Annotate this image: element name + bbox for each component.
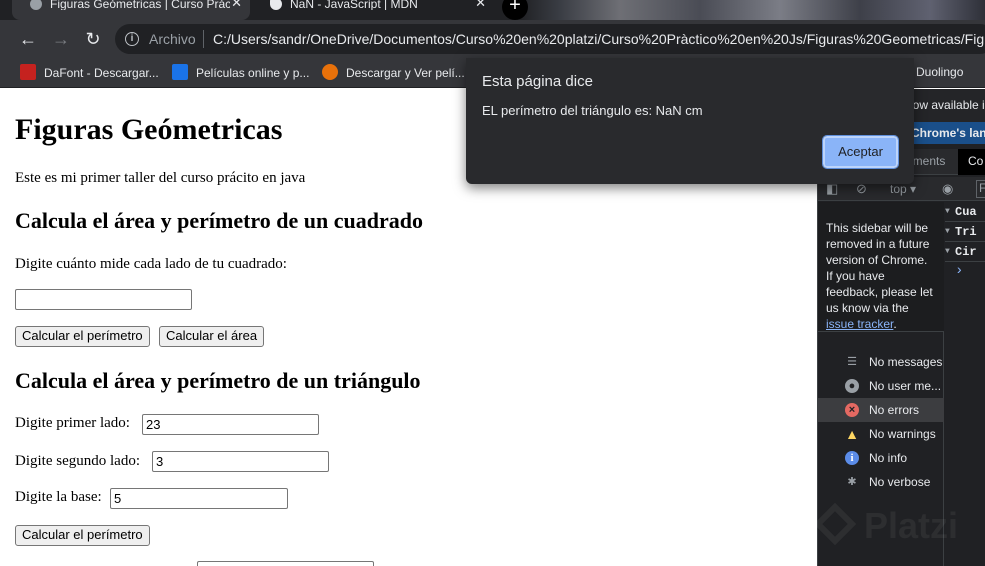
browser-toolbar: ← → ↻ i Archivo C:/Users/sandr/OneDrive/… [0, 20, 985, 58]
side2-input[interactable]: 3 [152, 451, 329, 472]
square-area-button[interactable]: Calcular el área [159, 326, 265, 347]
user-icon: ● [845, 379, 859, 393]
filter-label: No messages [869, 355, 943, 369]
back-arrow-icon[interactable]: ← [17, 28, 39, 50]
language-button[interactable]: Chrome's lang [908, 122, 985, 144]
tab-console[interactable]: Co [968, 154, 983, 168]
square-perimeter-button[interactable]: Calcular el perímetro [15, 326, 150, 347]
console-group[interactable]: Cir [945, 242, 985, 262]
console-prompt[interactable]: › [945, 262, 985, 280]
filter-messages[interactable]: ☰ No messages [818, 350, 944, 374]
tab-strip: Figuras Geómetricas | Curso Prác ✕ NaN -… [0, 0, 985, 20]
base-label: Digite la base: [15, 489, 102, 505]
dialog-title: Esta página dice [482, 73, 593, 90]
side2-label: Digite segundo lado: [15, 453, 140, 469]
message-filters: ☰ No messages ● No user me... × No errors ▲… [818, 350, 944, 494]
note-suffix: . [893, 317, 897, 331]
bookmark-label: Duolingo [916, 65, 964, 79]
filter-errors[interactable]: × No errors [818, 398, 944, 422]
issue-tracker-link[interactable]: issue tracker [826, 317, 893, 331]
infobar-text: now available in [906, 98, 985, 112]
filter-info[interactable]: i No info [818, 446, 944, 470]
dafont-icon [20, 64, 36, 80]
bookmark-label: Películas online y p... [196, 66, 310, 80]
url-text[interactable]: C:/Users/sandr/OneDrive/Documentos/Curso… [213, 31, 985, 47]
square-side-input[interactable] [15, 289, 192, 310]
security-label: Archivo [149, 31, 196, 47]
tab-title: Figuras Geómetricas | Curso Prác [50, 0, 230, 10]
dialog-message: EL perímetro del triángulo es: NaN cm [482, 103, 703, 118]
reload-icon[interactable]: ↻ [82, 28, 104, 50]
divider [203, 30, 204, 48]
bug-icon: ✱ [847, 476, 857, 488]
triangle-perimeter-button[interactable]: Calcular el perímetro [15, 525, 150, 546]
close-tab-icon[interactable]: ✕ [475, 0, 486, 9]
console-group[interactable]: Tri [945, 222, 985, 242]
close-tab-icon[interactable]: ✕ [231, 0, 242, 9]
square-heading: Calcula el área y perímetro de un cuadra… [15, 208, 423, 233]
base-input[interactable]: 5 [110, 488, 288, 509]
play-icon [322, 64, 338, 80]
square-prompt: Digite cuánto mide cada lado de tu cuadr… [15, 256, 287, 272]
error-icon: × [845, 403, 859, 417]
note-text: This sidebar will be removed in a future… [826, 221, 933, 315]
console-group[interactable]: Cua [945, 202, 985, 222]
side1-label: Digite primer lado: [15, 415, 130, 431]
list-icon: ☰ [847, 356, 857, 368]
filter-label: No warnings [869, 427, 936, 441]
bookmark-dafont[interactable]: DaFont - Descargar... [20, 64, 159, 82]
bookmark-descargar[interactable]: Descargar y Ver pelí... [322, 64, 465, 82]
sidebar-deprecation-note: This sidebar will be removed in a future… [826, 220, 936, 332]
filter-label: No info [869, 451, 908, 465]
filter-label: No verbose [869, 475, 931, 489]
context-label: top [890, 182, 907, 196]
platzi-watermark: Platzi [813, 502, 985, 555]
info-icon[interactable]: i [125, 32, 139, 46]
watermark-text: Platzi [864, 505, 959, 546]
page-title: Figuras Geómetricas [15, 113, 283, 146]
bookmark-label: DaFont - Descargar... [44, 66, 159, 80]
mdn-icon [270, 0, 282, 10]
bookmark-duolingo[interactable]: Duolingo [916, 64, 963, 82]
allpeliculas-icon [172, 64, 188, 80]
filter-user-messages[interactable]: ● No user me... [818, 374, 944, 398]
intro-text: Este es mi primer taller del curso práci… [15, 170, 306, 186]
tab-title: NaN - JavaScript | MDN [290, 0, 418, 10]
tab-mdn[interactable]: NaN - JavaScript | MDN ✕ [258, 0, 494, 20]
eye-icon[interactable]: ◉ [942, 181, 953, 197]
bookmark-peliculas[interactable]: Películas online y p... [172, 64, 309, 82]
filter-label: No user me... [869, 379, 942, 393]
filter-warnings[interactable]: ▲ No warnings [818, 422, 944, 446]
warning-icon: ▲ [845, 426, 859, 442]
tab-figuras[interactable]: Figuras Geómetricas | Curso Prác ✕ [12, 0, 250, 20]
filter-verbose[interactable]: ✱ No verbose [818, 470, 944, 494]
globe-icon [30, 0, 42, 10]
new-tab-button[interactable]: + [502, 0, 528, 20]
next-input[interactable] [197, 561, 374, 566]
info-icon: i [845, 451, 859, 465]
platzi-logo [813, 502, 857, 546]
context-selector[interactable]: top ▾ [890, 182, 916, 196]
filter-input[interactable]: F [976, 180, 985, 198]
triangle-heading: Calcula el área y perímetro de un triáng… [15, 368, 421, 393]
forward-arrow-icon[interactable]: → [50, 28, 72, 50]
filter-label: No errors [869, 403, 920, 417]
bookmark-label: Descargar y Ver pelí... [346, 66, 465, 80]
dialog-ok-button[interactable]: Aceptar [822, 135, 899, 169]
side1-input[interactable]: 23 [142, 414, 319, 435]
alert-dialog: Esta página dice EL perímetro del triáng… [466, 58, 914, 184]
address-bar[interactable]: i Archivo C:/Users/sandr/OneDrive/Docume… [115, 24, 985, 54]
